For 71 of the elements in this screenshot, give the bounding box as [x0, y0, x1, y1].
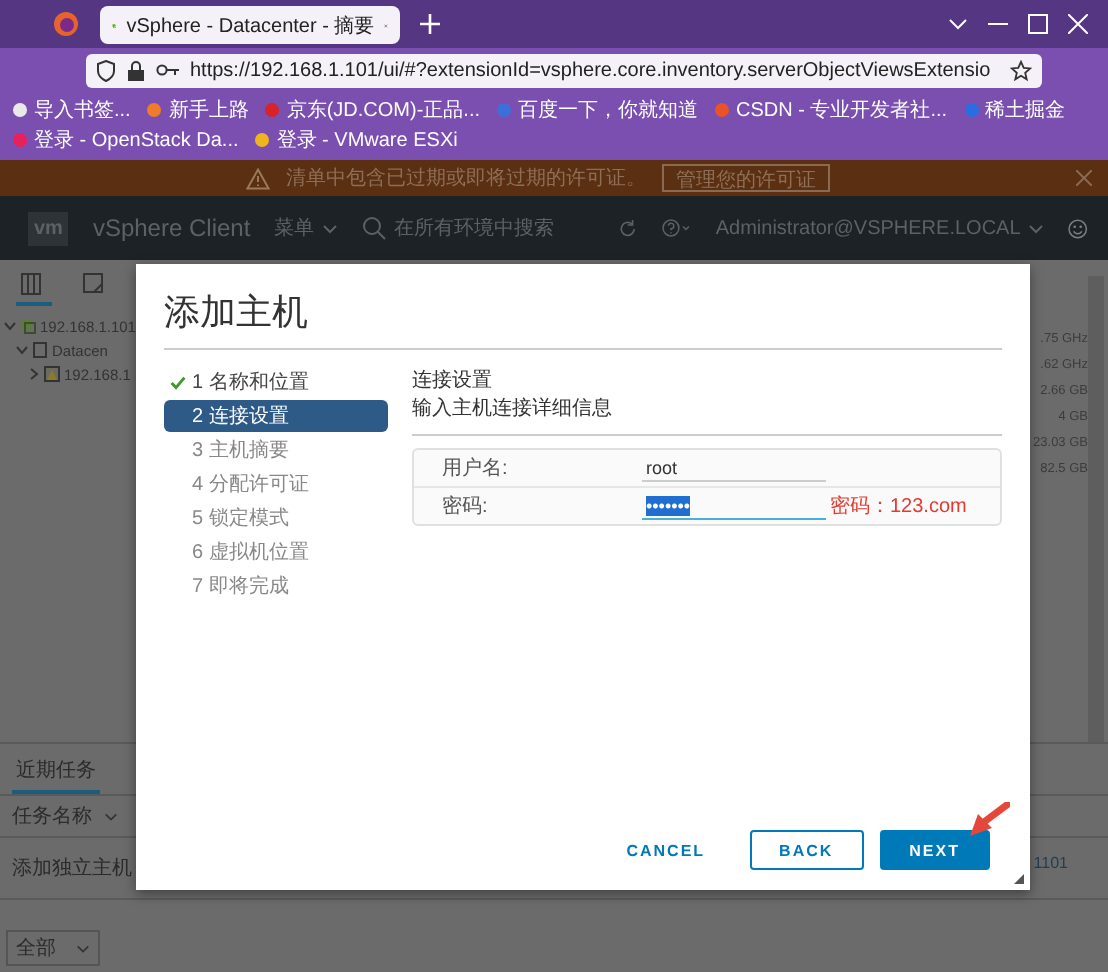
bookmark-icon: [963, 102, 980, 118]
address-bar[interactable]: https://192.168.1.101/ui/#?extensionId=vsphere.core.inventory.serverObjectViewsExtensio: [86, 53, 1043, 87]
caret-icon: [76, 943, 90, 953]
app-title: vSphere Client: [92, 214, 251, 242]
panel-tab[interactable]: 近期任务: [12, 756, 100, 794]
input-field[interactable]: root: [642, 455, 826, 481]
wizard-step[interactable]: 5 锁定模式: [164, 502, 388, 534]
star-icon[interactable]: [1010, 59, 1033, 81]
wizard-step[interactable]: 1 名称和位置: [164, 366, 388, 398]
bookmark[interactable]: 稀土掘金: [963, 96, 1066, 124]
minimize-icon[interactable]: [988, 22, 1008, 26]
vcenter-icon: [20, 318, 36, 334]
caret-icon[interactable]: [104, 811, 118, 821]
wizard-step[interactable]: 4 分配许可证: [164, 468, 388, 500]
menu-dropdown[interactable]: 菜单: [274, 214, 339, 242]
warning-icon: [246, 167, 270, 189]
dialog-button[interactable]: NEXT: [879, 830, 990, 870]
chevron-icon[interactable]: [4, 320, 16, 332]
shield-icon[interactable]: [96, 59, 116, 81]
bookmark[interactable]: 新手上路: [146, 96, 249, 124]
dialog-button[interactable]: BACK: [749, 830, 864, 870]
resize-handle-icon[interactable]: [1014, 874, 1024, 884]
bookmark[interactable]: 京东(JD.COM)-正品...: [264, 96, 480, 124]
datacenter-icon: [32, 342, 48, 358]
table-cell-text: 1101: [1033, 854, 1070, 876]
bookmark-icon: [496, 102, 512, 118]
smiley-icon[interactable]: [1068, 215, 1088, 241]
new-tab-icon[interactable]: [420, 14, 440, 34]
maximize-icon[interactable]: [1028, 14, 1048, 34]
caret-icon: [322, 223, 339, 233]
wizard-step[interactable]: 7 即将完成: [164, 570, 388, 602]
wizard-step[interactable]: 2 连接设置: [164, 400, 388, 432]
bookmark[interactable]: 登录 - VMware ESXi: [254, 126, 458, 154]
lock-icon[interactable]: [126, 59, 146, 81]
bookmark[interactable]: 导入书签...: [12, 96, 131, 124]
bookmark[interactable]: 百度一下，你就知道: [496, 96, 698, 124]
dialog-title: 添加主机: [164, 290, 310, 336]
field-label: 用户名:: [442, 455, 510, 482]
annotation-text: 密码：123.com: [830, 493, 967, 520]
field-label: 密码:: [442, 493, 490, 520]
manage-licenses-button[interactable]: 管理您的许可证: [662, 164, 830, 192]
key-icon[interactable]: [156, 62, 180, 78]
vm-icon[interactable]: [82, 272, 104, 296]
refresh-icon[interactable]: [618, 215, 638, 241]
bookmark[interactable]: 登录 - OpenStack Da...: [12, 126, 239, 154]
check-icon: [170, 375, 186, 389]
firefox-icon[interactable]: [52, 10, 80, 38]
column-header[interactable]: 任务名称: [12, 802, 92, 830]
bookmark[interactable]: CSDN - 专业开发者社...: [714, 96, 948, 124]
wizard-step[interactable]: 3 主机摘要: [164, 434, 388, 466]
table-cell-text: 添加独立主机: [12, 855, 132, 882]
chevron-down-icon[interactable]: [948, 18, 968, 30]
chevron-icon[interactable]: [16, 344, 28, 356]
hosts-icon[interactable]: [20, 272, 42, 296]
user-menu[interactable]: Administrator@VSPHERE.LOCAL: [715, 217, 1045, 239]
section-title: 连接设置: [412, 367, 494, 394]
browser-tab[interactable]: vSphere - Datacenter - 摘要: [100, 6, 400, 44]
input-field[interactable]: •••••••: [642, 493, 826, 519]
chevron-icon[interactable]: [28, 368, 40, 380]
warning-text: 清单中包含已过期或即将过期的许可证。: [286, 165, 646, 192]
host-warning-icon: [44, 366, 60, 382]
caret-icon: [1028, 223, 1045, 233]
bookmark-icon: [146, 102, 163, 118]
help-icon[interactable]: [661, 216, 692, 240]
wizard-step[interactable]: 6 虚拟机位置: [164, 536, 388, 568]
search-icon[interactable]: [362, 216, 387, 240]
section-subtitle: 输入主机连接详细信息: [412, 395, 614, 422]
bookmark-icon: [714, 102, 730, 118]
arrow-icon: [966, 802, 1010, 838]
filter-dropdown[interactable]: 全部: [6, 930, 100, 966]
dialog-button[interactable]: CANCEL: [598, 830, 734, 870]
